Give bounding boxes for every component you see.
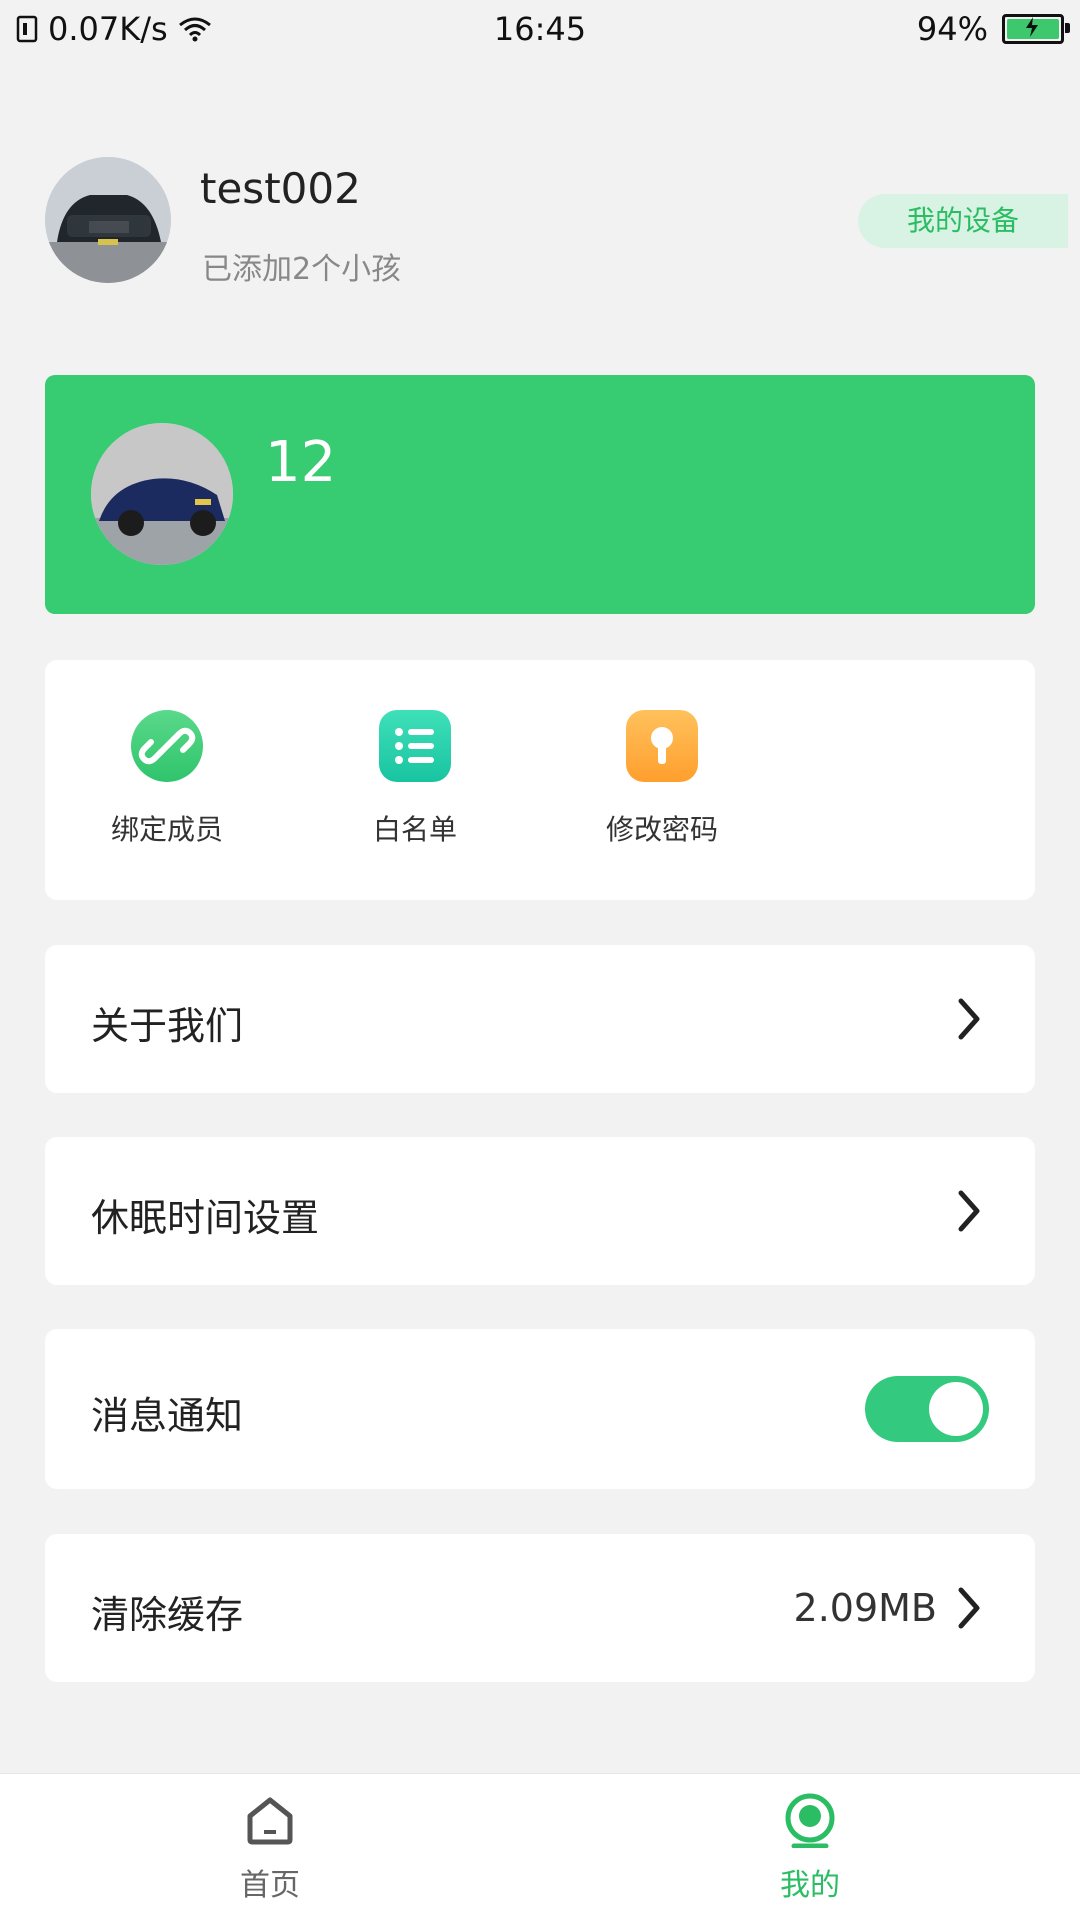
clear-cache-label: 清除缓存	[91, 1593, 244, 1637]
battery-percent: 94%	[916, 10, 988, 48]
about-us-row[interactable]: 关于我们	[45, 945, 1035, 1093]
clear-cache-row[interactable]: 清除缓存 2.09MB	[45, 1534, 1035, 1682]
bind-member-action[interactable]: 绑定成员	[77, 710, 257, 848]
nav-home-label: 首页	[240, 1868, 300, 1903]
profile-avatar[interactable]	[45, 157, 171, 283]
whitelist-action[interactable]: 白名单	[325, 710, 505, 848]
chevron-right-icon	[958, 1587, 980, 1629]
children-count-text: 已添加2个小孩	[202, 252, 402, 287]
status-bar: 0.07K/s 16:45 94%	[0, 0, 1080, 58]
link-icon	[131, 710, 203, 782]
cache-size: 2.09MB	[793, 1586, 937, 1630]
change-password-action[interactable]: 修改密码	[572, 710, 752, 848]
list-icon	[379, 710, 451, 782]
whitelist-label: 白名单	[372, 813, 457, 846]
bind-member-label: 绑定成员	[110, 813, 223, 846]
nav-mine-label: 我的	[780, 1868, 840, 1903]
child-avatar[interactable]	[91, 423, 233, 565]
nav-mine[interactable]: 我的	[710, 1792, 910, 1904]
child-name: 12	[265, 430, 337, 495]
about-us-label: 关于我们	[91, 1004, 244, 1048]
battery-icon	[1002, 14, 1070, 44]
bottom-nav: 首页 我的	[0, 1774, 1080, 1920]
status-right: 94%	[916, 10, 1070, 48]
notifications-label: 消息通知	[91, 1394, 244, 1438]
username: test002	[200, 164, 361, 213]
change-password-label: 修改密码	[605, 813, 718, 846]
home-icon	[247, 1797, 293, 1845]
notifications-row: 消息通知	[45, 1329, 1035, 1489]
key-icon	[626, 710, 698, 782]
profile-icon	[785, 1793, 835, 1849]
sleep-time-row[interactable]: 休眠时间设置	[45, 1137, 1035, 1285]
nav-home[interactable]: 首页	[170, 1792, 370, 1904]
notifications-toggle[interactable]	[865, 1376, 989, 1442]
chevron-right-icon	[958, 998, 980, 1040]
sleep-time-label: 休眠时间设置	[91, 1196, 320, 1240]
my-device-button[interactable]: 我的设备	[858, 194, 1068, 248]
child-card[interactable]: 12	[45, 375, 1035, 614]
actions-card: 绑定成员 白名单 修改密码	[45, 660, 1035, 900]
chevron-right-icon	[958, 1190, 980, 1232]
